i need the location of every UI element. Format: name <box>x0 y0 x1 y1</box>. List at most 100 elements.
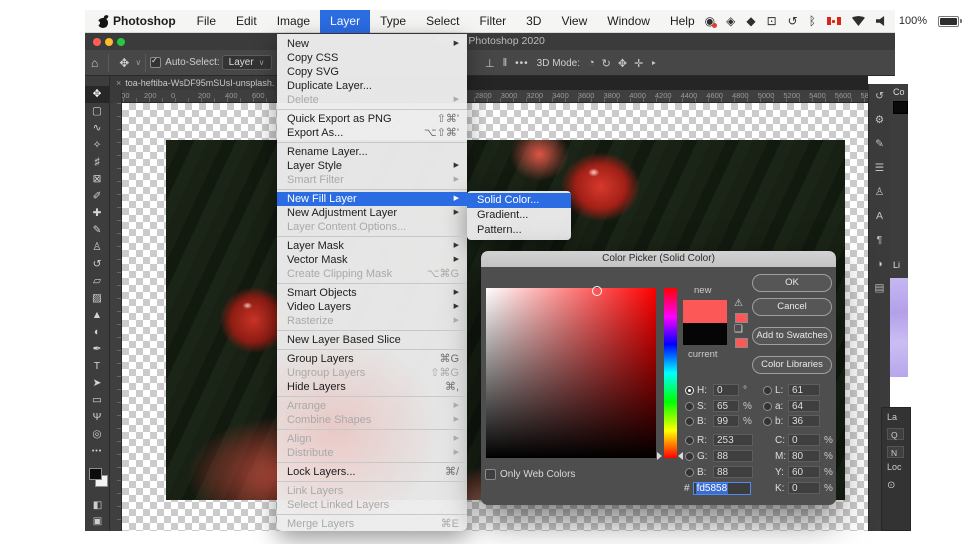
input-source-flag-icon[interactable] <box>827 17 841 25</box>
menubar-item-type[interactable]: Type <box>370 10 416 33</box>
menubar-item-image[interactable]: Image <box>267 10 320 33</box>
menu-item-arrange[interactable]: Arrange▶ <box>277 399 467 413</box>
radio-s[interactable] <box>685 402 694 411</box>
field-input-g[interactable]: 88 <box>713 450 753 462</box>
close-tab-icon[interactable]: × <box>116 78 121 88</box>
align-icon[interactable]: ⊥ <box>485 57 495 70</box>
field-input-b[interactable]: 36 <box>788 415 820 427</box>
submenu-item-solid-color[interactable]: Solid Color... <box>467 193 571 208</box>
menu-item-copy-css[interactable]: Copy CSS <box>277 51 467 65</box>
menu-item-link-layers[interactable]: Link Layers <box>277 484 467 498</box>
menu-item-new-adjustment-layer[interactable]: New Adjustment Layer▶ <box>277 206 467 220</box>
marquee-tool[interactable]: ▢ <box>85 103 109 120</box>
menubar-item-photoshop[interactable]: Photoshop <box>102 10 187 33</box>
only-web-colors-checkbox[interactable] <box>485 469 496 480</box>
healing-brush-tool[interactable]: ✚ <box>85 205 109 222</box>
color-panel-swatch[interactable] <box>893 101 908 114</box>
path-select-tool[interactable]: ➤ <box>85 375 109 392</box>
menu-item-rename-layer[interactable]: Rename Layer... <box>277 145 467 159</box>
move-tool-icon[interactable]: ✥ <box>113 56 135 70</box>
dropbox-icon[interactable]: ◈ <box>726 15 735 27</box>
move-tool[interactable]: ✥ <box>85 86 109 103</box>
tab-layers-panel[interactable]: La <box>882 408 910 422</box>
crop-tool[interactable]: ♯ <box>85 154 109 171</box>
radio-r[interactable] <box>685 436 694 445</box>
frame-tool[interactable]: ⊠ <box>85 171 109 188</box>
gradient-tool[interactable]: ▨ <box>85 290 109 307</box>
creative-cloud-icon[interactable]: ◉ <box>705 15 715 27</box>
menu-item-layer-style[interactable]: Layer Style▶ <box>277 159 467 173</box>
field-input-c[interactable]: 0 <box>788 434 820 446</box>
quick-mask-icon[interactable]: ◧ <box>85 500 110 511</box>
character-panel-icon[interactable]: A <box>869 204 890 228</box>
menu-item-new-layer-based-slice[interactable]: New Layer Based Slice <box>277 333 467 347</box>
shape-tool[interactable]: ▭ <box>85 392 109 409</box>
field-input-l[interactable]: 61 <box>788 384 820 396</box>
toolbar-more[interactable]: ••• <box>85 443 109 460</box>
pen-tool[interactable]: ✒ <box>85 341 109 358</box>
auto-select-target-dropdown[interactable]: Layer ∨ <box>222 55 272 70</box>
radio-h[interactable] <box>685 386 694 395</box>
menu-item-smart-filter[interactable]: Smart Filter▶ <box>277 173 467 187</box>
hand-tool[interactable]: Ψ <box>85 409 109 426</box>
history-panel-icon[interactable]: ↺ <box>869 84 890 108</box>
eraser-tool[interactable]: ▱ <box>85 273 109 290</box>
align-icon[interactable]: ‖ <box>503 57 508 70</box>
menu-item-copy-svg[interactable]: Copy SVG <box>277 65 467 79</box>
menu-item-video-layers[interactable]: Video Layers▶ <box>277 300 467 314</box>
menu-item-quick-export-as-png[interactable]: Quick Export as PNG⇧⌘' <box>277 112 467 126</box>
menubar-item-file[interactable]: File <box>187 10 226 33</box>
adjustments-panel-icon[interactable]: ◑ <box>869 252 890 276</box>
document-tab[interactable]: ×toa-heftiba-WsDF95mSUsI-unsplash. <box>110 76 283 90</box>
patterns-panel-icon[interactable]: ▤ <box>869 276 890 300</box>
3d-mode-icon[interactable]: ‣ <box>650 57 657 70</box>
home-icon[interactable]: ⌂ <box>85 56 104 70</box>
field-input-m[interactable]: 80 <box>788 450 820 462</box>
chevron-down-icon[interactable]: ∨ <box>135 58 141 67</box>
3d-mode-icon[interactable]: ✛ <box>634 57 643 70</box>
auto-select-checkbox[interactable] <box>150 57 161 68</box>
clone-source-panel-icon[interactable]: ♙ <box>869 180 890 204</box>
radio-b[interactable] <box>685 468 694 477</box>
actions-panel-icon[interactable]: ⚙ <box>869 108 890 132</box>
menu-item-duplicate-layer[interactable]: Duplicate Layer... <box>277 79 467 93</box>
menu-item-layer-mask[interactable]: Layer Mask▶ <box>277 239 467 253</box>
field-input-r[interactable]: 253 <box>713 434 753 446</box>
zoom-tool[interactable]: ◎ <box>85 426 109 443</box>
menu-item-ungroup-layers[interactable]: Ungroup Layers⇧⌘G <box>277 366 467 380</box>
radio-b[interactable] <box>763 417 772 426</box>
more-options-icon[interactable]: ••• <box>515 58 529 69</box>
menubar-app-icon[interactable]: ◆ <box>746 15 755 27</box>
properties-panel-icon[interactable]: ☰ <box>869 156 890 180</box>
radio-l[interactable] <box>763 386 772 395</box>
menubar-item-filter[interactable]: Filter <box>469 10 516 33</box>
menu-item-new[interactable]: New▶ <box>277 37 467 51</box>
menu-item-merge-layers[interactable]: Merge Layers⌘E <box>277 517 467 531</box>
dodge-tool[interactable]: ◐ <box>85 324 109 341</box>
radio-g[interactable] <box>685 452 694 461</box>
menu-item-delete[interactable]: Delete▶ <box>277 93 467 107</box>
volume-icon[interactable] <box>876 16 888 26</box>
menu-item-align[interactable]: Align▶ <box>277 432 467 446</box>
field-input-h[interactable]: 0 <box>713 384 739 396</box>
radio-a[interactable] <box>763 402 772 411</box>
field-input-b[interactable]: 88 <box>713 466 753 478</box>
menu-item-smart-objects[interactable]: Smart Objects▶ <box>277 286 467 300</box>
field-input-b[interactable]: 99 <box>713 415 739 427</box>
menubar-item-window[interactable]: Window <box>597 10 660 33</box>
clone-stamp-tool[interactable]: ♙ <box>85 239 109 256</box>
submenu-item-pattern[interactable]: Pattern... <box>467 223 571 238</box>
display-mirroring-icon[interactable]: ⊡ <box>767 15 777 27</box>
bluetooth-icon[interactable]: ᛒ <box>809 15 816 27</box>
menubar-item-help[interactable]: Help <box>660 10 705 33</box>
3d-mode-icon[interactable]: ↻ <box>602 57 611 70</box>
brush-tool[interactable]: ✎ <box>85 222 109 239</box>
3d-mode-icon[interactable]: ✥ <box>618 57 627 70</box>
field-input-s[interactable]: 65 <box>713 400 739 412</box>
hex-input[interactable]: fd5858 <box>693 482 751 495</box>
lasso-tool[interactable]: ∿ <box>85 120 109 137</box>
menu-item-lock-layers[interactable]: Lock Layers...⌘/ <box>277 465 467 479</box>
menu-item-vector-mask[interactable]: Vector Mask▶ <box>277 253 467 267</box>
menu-item-create-clipping-mask[interactable]: Create Clipping Mask⌥⌘G <box>277 267 467 281</box>
history-brush-tool[interactable]: ↺ <box>85 256 109 273</box>
